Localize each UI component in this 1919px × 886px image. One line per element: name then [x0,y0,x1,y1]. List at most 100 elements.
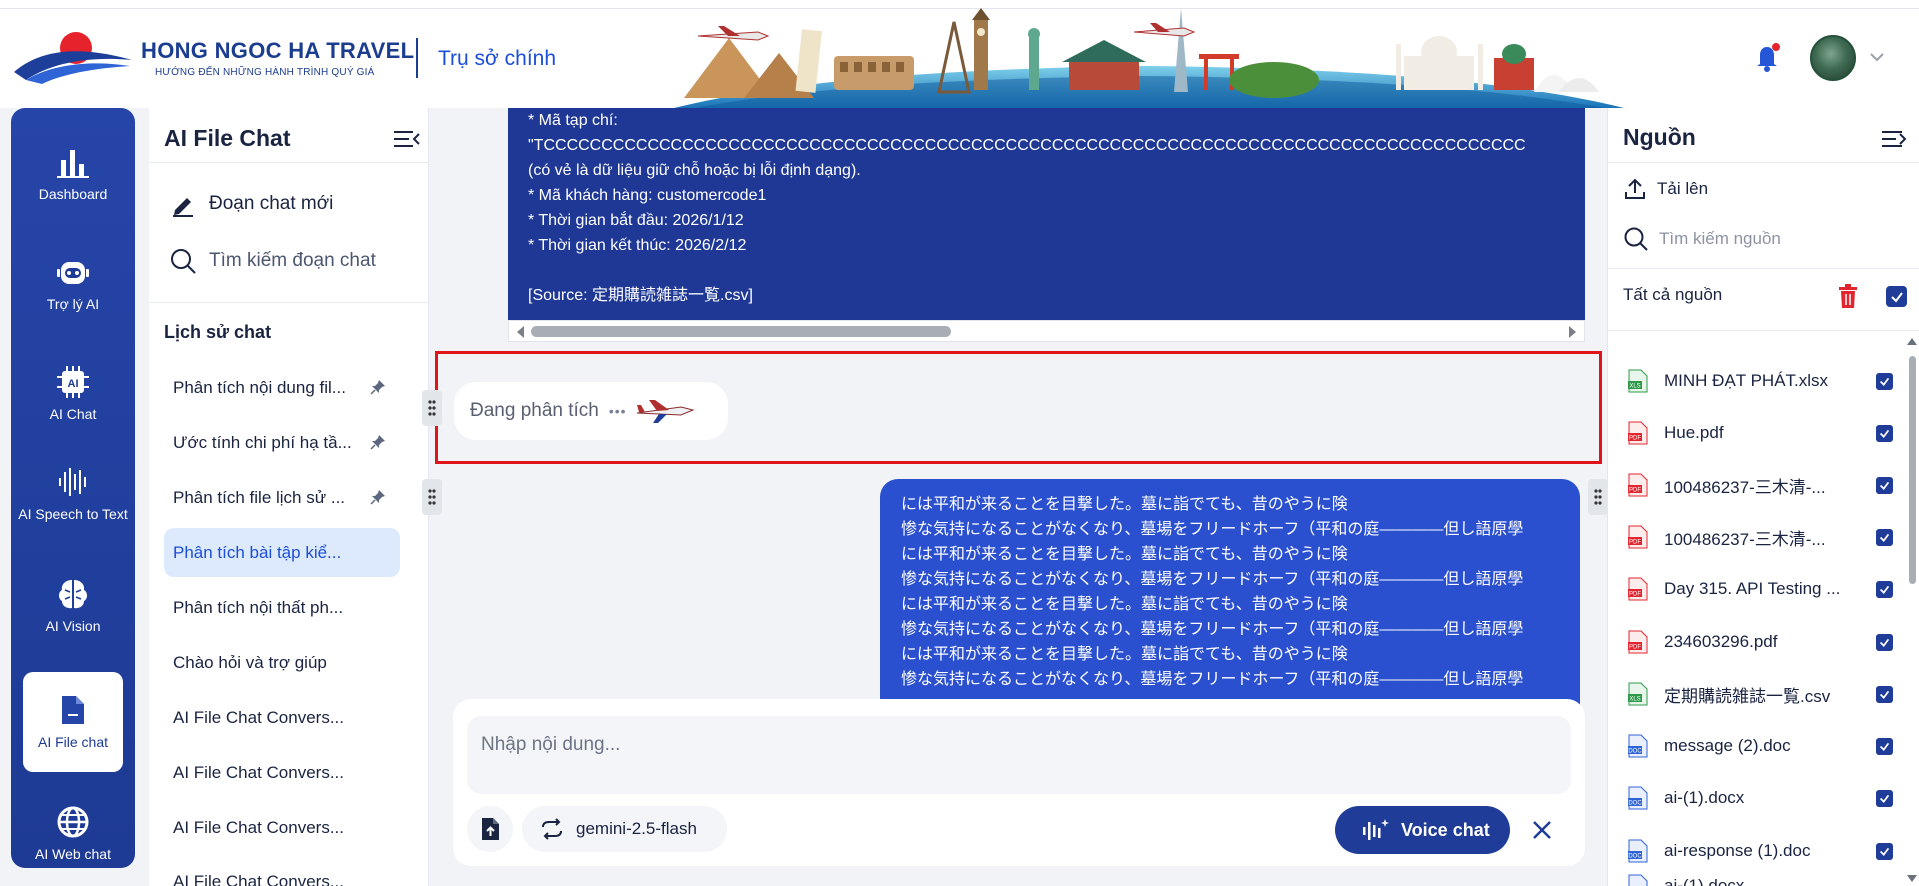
history-item[interactable]: AI File Chat Convers... [164,803,400,852]
source-file-name: message (2).doc [1664,736,1791,755]
ai-message-line: * Mã khách hàng: customercode1 [528,187,767,204]
scrollbar-thumb[interactable] [1909,356,1916,584]
source-file-item[interactable]: XLS 定期購読雑誌一覧.csv [1628,674,1893,714]
trash-icon[interactable] [1836,283,1860,309]
source-checkbox[interactable] [1876,790,1893,807]
scrollbar-thumb[interactable] [531,326,951,337]
pin-icon[interactable] [370,489,386,505]
panel-divider [149,302,429,303]
nav-item-ai-web-chat[interactable]: AI Web chat [11,802,135,862]
history-item-label: Phân tích nội thất ph... [173,597,344,617]
source-checkbox[interactable] [1876,425,1893,442]
ai-message-bubble: * Mã tạp chí: "TCCCCCCCCCCCCCCCCCCCCCCCC… [508,108,1585,320]
nav-item-ai-file-chat[interactable]: AI File chat [23,672,123,772]
nav-item-ai-assistant[interactable]: Trợ lý AI [11,252,135,312]
source-file-item[interactable]: XLS MINH ĐẠT PHÁT.xlsx [1628,361,1893,401]
close-icon[interactable] [1528,816,1556,844]
scroll-left-icon[interactable] [517,326,524,338]
drag-handle-icon[interactable] [422,479,442,515]
svg-text:XLS: XLS [1629,697,1640,703]
history-item[interactable]: AI File Chat Convers... [164,858,400,886]
history-item[interactable]: Phân tích nội dung fil... [164,363,400,412]
ai-message-line: * Thời gian bắt đầu: 2026/1/12 [528,212,744,229]
panel-divider [1608,330,1919,331]
source-file-item[interactable]: DOC ai-response (1).doc [1628,831,1893,871]
vertical-scrollbar[interactable] [1906,330,1918,886]
globe-icon [57,806,89,838]
drag-handle-icon[interactable] [422,390,442,426]
source-checkbox[interactable] [1876,634,1893,651]
pin-icon[interactable] [370,434,386,450]
nav-item-dashboard[interactable]: Dashboard [11,142,135,202]
search-chat-field[interactable] [169,247,419,275]
voice-chat-label: Voice chat [1401,819,1490,840]
message-input[interactable] [481,734,1557,756]
search-chat-input[interactable] [209,250,419,272]
source-file-name: ai-(1).docx [1664,876,1745,886]
history-item[interactable]: Phân tích nội thất ph... [164,583,400,632]
source-checkbox[interactable] [1876,843,1893,860]
attach-file-button[interactable] [467,806,513,852]
edit-pen-icon [173,198,193,217]
all-sources-label: Tất cả nguồn [1623,285,1723,304]
history-item-label: AI File Chat Convers... [173,762,345,782]
source-checkbox[interactable] [1876,581,1893,598]
source-file-item[interactable]: ai-(1).docx [1628,870,1893,886]
collapse-sidebar-icon[interactable] [391,124,421,154]
source-file-item[interactable]: PDF Hue.pdf [1628,413,1893,453]
history-item-active[interactable]: Phân tích bài tập kiể... [164,528,400,577]
voice-chat-button[interactable]: Voice chat [1335,806,1510,854]
nav-item-ai-chat[interactable]: AI AI Chat [11,362,135,422]
history-item[interactable]: AI File Chat Convers... [164,748,400,797]
source-checkbox[interactable] [1876,373,1893,390]
office-label[interactable]: Trụ sở chính [438,47,556,71]
user-avatar[interactable] [1810,35,1856,81]
source-file-name: 234603296.pdf [1664,632,1778,651]
nav-label: AI Chat [49,406,97,422]
scroll-right-icon[interactable] [1569,326,1576,338]
source-checkbox[interactable] [1876,477,1893,494]
upload-button[interactable]: Tải lên [1623,177,1708,201]
source-file-name: ai-(1).docx [1664,788,1745,807]
new-chat-button[interactable]: Đoạn chat mới [169,190,333,218]
notification-bell-icon[interactable] [1754,42,1782,72]
scroll-down-icon[interactable] [1907,875,1917,882]
source-file-item[interactable]: PDF 234603296.pdf [1628,622,1893,662]
nav-label: AI Web chat [34,846,111,862]
history-item[interactable]: Chào hỏi và trợ giúp [164,638,400,687]
history-item-label: AI File Chat Convers... [173,872,345,886]
model-selector-button[interactable]: gemini-2.5-flash [522,806,727,852]
history-item[interactable]: Ước tính chi phí hạ tầ... [164,418,400,467]
app-header: HONG NGOC HA TRAVEL HƯỚNG ĐẾN NHỮNG HÀNH… [0,0,1919,108]
history-item[interactable]: AI File Chat Convers... [164,693,400,742]
source-checkbox[interactable] [1876,529,1893,546]
search-sources-field[interactable] [1623,226,1889,252]
source-file-item[interactable]: PDF 100486237-三木清-... [1628,465,1893,505]
nav-label: AI Speech to Text [18,506,128,522]
source-file-item[interactable]: PDF 100486237-三木清-... [1628,517,1893,557]
message-input-box[interactable] [467,716,1571,794]
file-chat-icon [62,696,84,724]
source-checkbox[interactable] [1876,686,1893,703]
source-checkbox[interactable] [1876,738,1893,755]
switch-model-icon [542,818,562,840]
nav-item-ai-speech-to-text[interactable]: AI Speech to Text [11,462,135,522]
excel-file-icon: XLS [1628,369,1648,393]
drag-handle-icon[interactable] [1588,479,1608,515]
source-file-item[interactable]: DOC message (2).doc [1628,726,1893,766]
collapse-sources-icon[interactable] [1878,124,1908,154]
source-file-item[interactable]: PDF Day 315. API Testing ... [1628,569,1893,609]
pdf-file-icon: PDF [1628,577,1648,601]
panel-divider [1608,268,1919,269]
file-upload-icon [482,818,499,840]
select-all-checkbox[interactable] [1886,286,1907,307]
horizontal-scrollbar[interactable] [508,320,1585,342]
nav-item-ai-vision[interactable]: AI Vision [11,574,135,634]
source-file-item[interactable]: DOC ai-(1).docx [1628,778,1893,818]
history-item[interactable]: Phân tích file lịch sử ... [164,473,400,522]
pin-icon[interactable] [370,379,386,395]
chevron-down-icon[interactable] [1868,48,1886,66]
search-sources-input[interactable] [1659,229,1889,249]
sources-panel: Nguồn Tải lên Tất cả nguồn XLS MINH [1607,108,1919,886]
scroll-up-icon[interactable] [1907,338,1917,345]
